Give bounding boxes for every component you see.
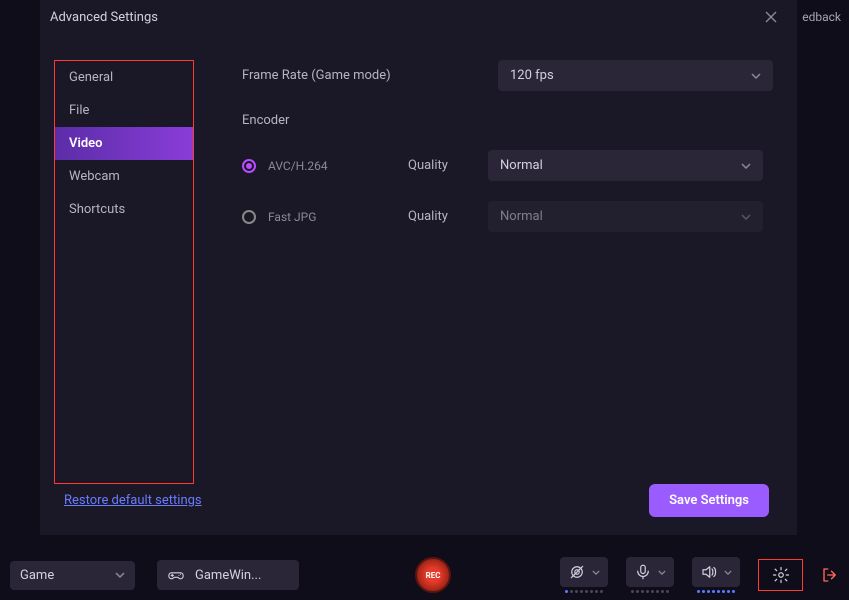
frame-rate-value: 120 fps xyxy=(510,68,554,83)
speaker-icon xyxy=(700,563,718,581)
quality-value-avc: Normal xyxy=(500,158,543,173)
sidebar-item-shortcuts[interactable]: Shortcuts xyxy=(55,193,193,226)
frame-rate-label: Frame Rate (Game mode) xyxy=(242,68,498,83)
mode-select[interactable]: Game xyxy=(10,561,135,590)
encoder-option-avc-label: AVC/H.264 xyxy=(268,159,408,173)
speaker-toggle[interactable] xyxy=(692,557,740,587)
sidebar-item-file[interactable]: File xyxy=(55,94,193,127)
game-target-select[interactable]: GameWin... xyxy=(157,560,299,590)
feedback-link[interactable]: edback xyxy=(802,10,841,24)
sidebar-item-webcam[interactable]: Webcam xyxy=(55,160,193,193)
frame-rate-select[interactable]: 120 fps xyxy=(498,60,773,91)
restore-defaults-link[interactable]: Restore default settings xyxy=(64,493,202,508)
settings-button[interactable] xyxy=(758,559,803,591)
exit-icon xyxy=(821,566,839,584)
record-button[interactable]: REC xyxy=(415,557,451,593)
webcam-off-icon xyxy=(568,563,586,581)
settings-content: Frame Rate (Game mode) 120 fps Encoder A… xyxy=(194,60,779,484)
chevron-down-icon xyxy=(741,163,751,169)
chevron-down-icon xyxy=(724,570,732,575)
chevron-down-icon xyxy=(592,570,600,575)
mode-value: Game xyxy=(20,568,54,583)
chevron-down-icon xyxy=(741,214,751,220)
save-settings-button[interactable]: Save Settings xyxy=(649,484,769,517)
webcam-level-indicator xyxy=(565,590,603,593)
encoder-radio-avc[interactable] xyxy=(242,159,256,173)
close-icon xyxy=(765,11,777,23)
quality-select-avc[interactable]: Normal xyxy=(488,150,763,181)
bottom-toolbar: Game GameWin... REC xyxy=(0,550,849,600)
sidebar-item-video[interactable]: Video xyxy=(55,127,193,160)
encoder-option-fastjpg-label: Fast JPG xyxy=(268,210,408,224)
quality-label-avc: Quality xyxy=(408,158,488,173)
game-target-value: GameWin... xyxy=(195,568,261,583)
quality-label-fastjpg: Quality xyxy=(408,209,488,224)
quality-select-fastjpg: Normal xyxy=(488,201,763,232)
microphone-icon xyxy=(634,563,652,581)
speaker-level-indicator xyxy=(697,590,735,593)
webcam-toggle[interactable] xyxy=(560,557,608,587)
advanced-settings-modal: Advanced Settings General File Video Web… xyxy=(40,0,797,535)
encoder-section-label: Encoder xyxy=(242,113,779,128)
quality-value-fastjpg: Normal xyxy=(500,209,543,224)
exit-button[interactable] xyxy=(821,566,839,584)
sidebar-item-general[interactable]: General xyxy=(55,61,193,94)
modal-title: Advanced Settings xyxy=(50,10,158,25)
rec-label: REC xyxy=(426,571,441,580)
chevron-down-icon xyxy=(658,570,666,575)
encoder-radio-fastjpg[interactable] xyxy=(242,210,256,224)
chevron-down-icon xyxy=(115,572,125,578)
gamepad-icon xyxy=(167,566,185,584)
gear-icon xyxy=(772,566,790,584)
modal-header: Advanced Settings xyxy=(40,0,797,34)
settings-sidebar: General File Video Webcam Shortcuts xyxy=(54,60,194,484)
microphone-toggle[interactable] xyxy=(626,557,674,587)
close-button[interactable] xyxy=(759,9,783,25)
chevron-down-icon xyxy=(751,73,761,79)
mic-level-indicator xyxy=(631,590,669,593)
